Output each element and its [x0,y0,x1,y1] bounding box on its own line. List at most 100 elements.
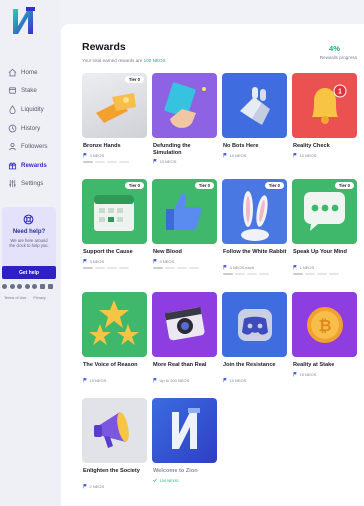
card-reward-value: 100 NEOS [159,478,179,483]
sidebar-item-home[interactable]: Home [6,63,58,82]
card-reward: 3 NEOS each [223,265,254,270]
flag-icon [83,484,87,489]
tier-badge: Tier 0 [124,182,144,190]
sidebar-item-history[interactable]: History [6,119,58,138]
sliders-icon [8,179,17,188]
card-reward-value: 3 NEOS [89,153,105,158]
sidebar-item-stake[interactable]: Stake [6,82,58,101]
card-reward: 2 NEOS [83,484,104,489]
history-icon [8,124,17,133]
home-icon [8,68,17,77]
card-reward: Up to 200 NEOS [153,378,189,383]
rewards-progress-value: 4% [329,44,340,53]
flag-icon [153,259,157,264]
card-title: Enlighten the Society [83,468,140,474]
card-title: Bronze Hands [83,143,121,149]
rewards-progress-label: Rewards progress [319,55,357,60]
card-reward-value: 3 NEOS [89,259,105,264]
sidebar-item-followers[interactable]: Followers [6,137,58,156]
sidebar-item-label: History [21,124,41,132]
card-title: The Voice of Reason [83,362,138,368]
help-title: Need help? [12,229,46,235]
flag-icon [223,153,227,158]
card-reward-value: 3 NEOS each [229,265,254,270]
megaphone-icon [82,398,147,463]
discord-icon [222,292,287,357]
page-title: Rewards [82,41,126,53]
twitter-icon[interactable] [9,284,15,289]
stars-icon [82,292,147,357]
sidebar-item-liquidity[interactable]: Liquidity [6,100,58,119]
discord-icon[interactable] [24,284,30,289]
sidebar-item-label: Liquidity [21,105,44,113]
card-reward: 15 NEOS [83,378,106,383]
main-panel: Rewards Your total earned rewards are 10… [61,24,364,506]
tier-badge: Tier 0 [124,76,144,84]
tier-badge: Tier 0 [334,182,354,190]
flag-icon [153,159,157,164]
notification-bell-icon: 1 [292,73,357,138]
card-title: Support the Cause [83,249,133,255]
gift-icon [8,161,17,170]
sidebar-item-label: Followers [21,143,48,151]
help-card: Need help? We are here around the clock … [2,207,56,279]
flag-icon [83,259,87,264]
privacy-link[interactable]: Privacy [33,296,45,300]
flag-icon [83,153,87,158]
card-reward-value: 3 NEOS [159,259,175,264]
medium-icon[interactable] [39,284,45,289]
card-title: Join the Resistance [223,362,276,368]
card-reward-value: 10 NEOS [229,378,247,383]
card-title: No Bots Here [223,143,259,149]
sticky-note-icon [152,73,217,138]
sidebar: Home Stake Liquidity History Followers R… [0,0,60,506]
flag-icon [153,378,157,383]
card-reward-value: 10 NEOS [159,159,177,164]
card-title: New Blood [153,249,182,255]
telegram-icon[interactable] [17,284,23,289]
card-title: Defunding the Simulation [153,143,191,156]
card-title: Follow the White Rabbit [223,249,287,255]
card-reward-value: 10 NEOS [299,153,317,158]
ticket-icon: Tier 0 [82,73,147,138]
zion-logo-icon[interactable] [6,4,40,38]
flag-icon [293,265,297,270]
card-title: More Real than Real [153,362,207,368]
flag-icon [293,372,297,377]
card-progress [83,267,129,269]
sidebar-item-label: Home [21,68,38,76]
card-progress [223,273,269,275]
card-reward: 10 NEOS [293,153,316,158]
card-title: Welcome to Zion [153,468,198,474]
sidebar-nav: Home Stake Liquidity History Followers R… [6,63,58,193]
card-title: Speak Up Your Mind [293,249,347,255]
card-progress [83,161,129,163]
email-icon[interactable] [47,284,53,289]
facebook-icon[interactable] [2,284,7,289]
flag-icon [223,265,227,270]
card-reward: 3 NEOS [83,153,104,158]
card-reward: 10 NEOS [153,159,176,164]
sidebar-item-label: Rewards [21,161,47,169]
reddit-icon[interactable] [32,284,38,289]
lifebuoy-icon [23,214,34,225]
bitcoin-coin-icon: ₿ [292,292,357,357]
legal-links: Terms of Use Privacy [4,296,46,300]
card-progress [293,273,339,275]
card-title: Reality Check [293,143,330,149]
terms-link[interactable]: Terms of Use [4,296,26,300]
card-reward: 3 NEOS [153,259,174,264]
get-help-button[interactable]: Get help [2,266,56,279]
rewards-total: 100 NEOS [143,58,166,63]
rewards-summary-text: Your total earned rewards are [82,58,143,63]
sidebar-item-settings[interactable]: Settings [6,175,58,194]
chat-bubble-icon: Tier 0 [292,179,357,244]
sidebar-item-rewards[interactable]: Rewards [6,156,58,175]
card-reward: 10 NEOS [293,372,316,377]
card-reward-value: 1 NEOS [299,265,315,270]
card-title: Reality at Stake [293,362,335,368]
card-reward-value: 15 NEOS [89,378,107,383]
thumbs-up-icon: Tier 0 [152,179,217,244]
sidebar-item-label: Settings [21,180,44,188]
robot-hand-icon [222,73,287,138]
